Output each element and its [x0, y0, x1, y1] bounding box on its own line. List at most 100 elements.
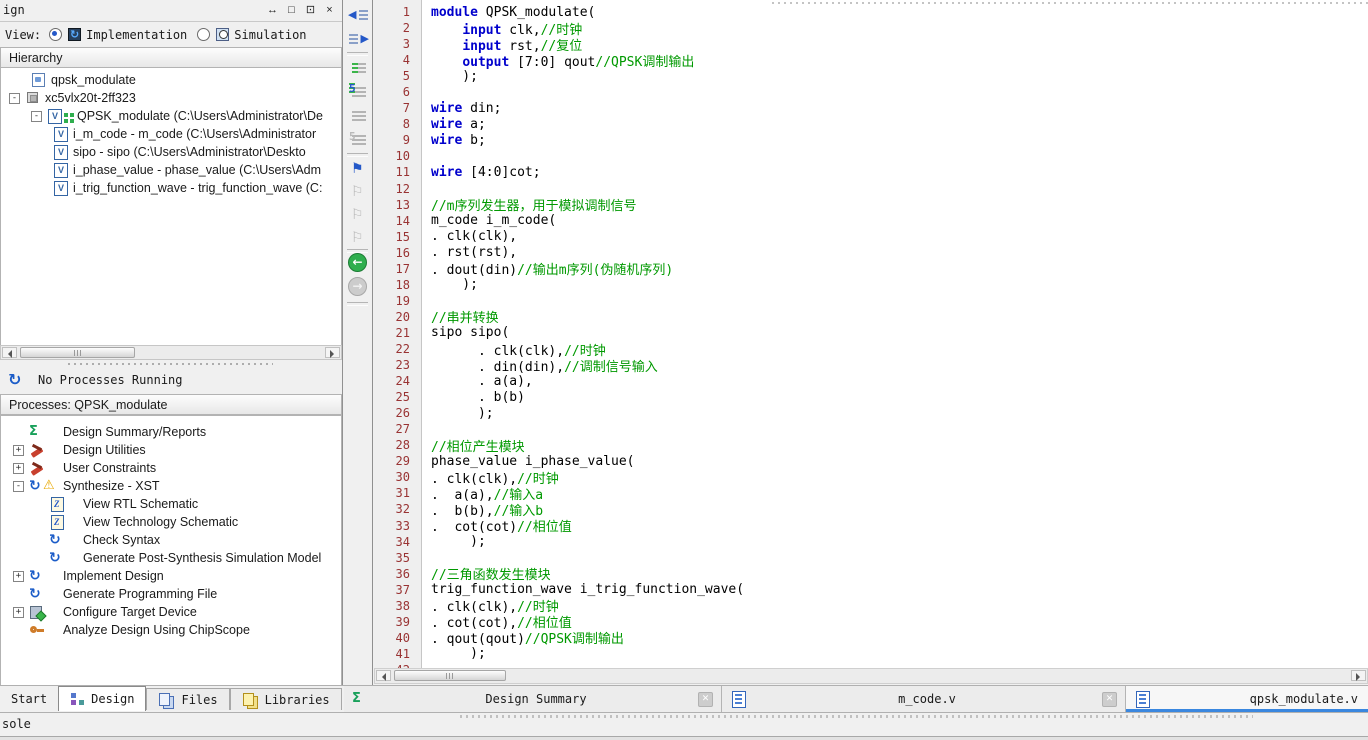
tab-libraries[interactable]: Libraries — [230, 688, 342, 710]
comment-lines-button[interactable] — [348, 59, 369, 79]
toggle-bookmark-button[interactable] — [348, 159, 369, 179]
code-token: b; — [462, 133, 485, 148]
expand-icon[interactable]: + — [13, 571, 24, 582]
code-line[interactable]: 36//三角函数发生模块 — [374, 566, 1368, 582]
code-line[interactable]: 11wire [4:0]cot; — [374, 164, 1368, 180]
code-line[interactable]: 13//m序列发生器，用于模拟调制信号 — [374, 197, 1368, 213]
code-line[interactable]: 19 — [374, 293, 1368, 309]
code-line[interactable]: 28//相位产生模块 — [374, 437, 1368, 453]
scroll-left-arrow-icon[interactable] — [2, 347, 17, 358]
keyword-token: wire — [431, 117, 462, 132]
doc-tab-design-summary[interactable]: Design Summary✕ — [344, 686, 722, 712]
code-line[interactable]: 6 — [374, 84, 1368, 100]
code-line[interactable]: 4 output [7:0] qout//QPSK调制输出 — [374, 52, 1368, 68]
console-panel: sole — [0, 712, 1368, 736]
collapse-icon[interactable]: - — [13, 481, 24, 492]
code-line[interactable]: 9wire b; — [374, 132, 1368, 148]
collapse-icon[interactable]: - — [31, 111, 42, 122]
code-line[interactable]: 23 . din(din),//调制信号输入 — [374, 357, 1368, 373]
code-line[interactable]: 5 ); — [374, 68, 1368, 84]
tree-item[interactable]: Design Summary/Reports — [1, 423, 341, 441]
radio-simulation[interactable] — [197, 28, 210, 41]
hierarchy-hscrollbar[interactable] — [0, 345, 342, 360]
tree-item[interactable]: +Implement Design — [1, 567, 341, 585]
tree-item[interactable]: sipo - sipo (C:\Users\Administrator\Desk… — [1, 143, 341, 161]
maximize-button[interactable]: □ — [284, 3, 299, 18]
comment-lines-disabled-button[interactable] — [348, 107, 369, 127]
scroll-right-arrow-icon[interactable] — [325, 347, 340, 358]
tree-item[interactable]: Check Syntax — [1, 531, 341, 549]
code-line[interactable]: 7wire din; — [374, 100, 1368, 116]
collapse-icon[interactable]: - — [9, 93, 20, 104]
code-token: phase_value i_phase_value( — [431, 454, 635, 469]
close-icon[interactable]: ✕ — [698, 692, 713, 707]
editor-scroll-thumb[interactable] — [394, 670, 506, 681]
tree-item[interactable]: +User Constraints — [1, 459, 341, 477]
code-line[interactable]: 18 ); — [374, 277, 1368, 293]
tree-item[interactable]: i_m_code - m_code (C:\Users\Administrato… — [1, 125, 341, 143]
editor-hscrollbar[interactable] — [374, 668, 1368, 684]
prev-bookmark-button[interactable] — [348, 182, 369, 202]
shift-left-button[interactable] — [348, 5, 369, 25]
keyword-token: output — [462, 55, 509, 70]
code-line[interactable]: 8wire a; — [374, 116, 1368, 132]
tree-item[interactable]: View Technology Schematic — [1, 513, 341, 531]
code-line[interactable]: 40. qout(qout)//QPSK调制输出 — [374, 630, 1368, 646]
tree-item[interactable]: +Design Utilities — [1, 441, 341, 459]
code-line[interactable]: 14m_code i_m_code( — [374, 213, 1368, 229]
shift-right-button[interactable] — [348, 29, 369, 49]
tree-item[interactable]: i_phase_value - phase_value (C:\Users\Ad… — [1, 161, 341, 179]
next-bookmark-button[interactable] — [348, 205, 369, 225]
line-number: 2 — [374, 21, 421, 35]
tree-item[interactable]: Analyze Design Using ChipScope — [1, 621, 341, 639]
editor-scroll-right-arrow-icon[interactable] — [1351, 670, 1366, 681]
navigate-back-button[interactable] — [348, 253, 367, 272]
code-line[interactable]: 20//串并转换 — [374, 309, 1368, 325]
close-icon[interactable]: ✕ — [1102, 692, 1117, 707]
code-line[interactable]: 24 . a(a), — [374, 373, 1368, 389]
schematic-icon — [49, 514, 65, 530]
expand-icon[interactable]: + — [13, 445, 24, 456]
tree-item[interactable]: Generate Programming File — [1, 585, 341, 603]
device-icon — [29, 604, 45, 620]
uncomment-lines-disabled-button[interactable] — [348, 131, 369, 151]
tree-item[interactable]: i_trig_function_wave - trig_function_wav… — [1, 179, 341, 197]
code-line[interactable]: 33. cot(cot)//相位值 — [374, 518, 1368, 534]
code-line[interactable]: 17. dout(din)//输出m序列(伪随机序列) — [374, 261, 1368, 277]
restore-button[interactable]: ⊡ — [303, 3, 318, 18]
tree-item[interactable]: View RTL Schematic — [1, 495, 341, 513]
tree-item[interactable]: qpsk_modulate — [1, 71, 341, 89]
code-line[interactable]: 26 ); — [374, 405, 1368, 421]
tree-item-label: View RTL Schematic — [83, 497, 198, 511]
float-button[interactable]: ↔ — [265, 3, 280, 18]
tree-item[interactable]: -QPSK_modulate (C:\Users\Administrator\D… — [1, 107, 341, 125]
radio-implementation[interactable] — [49, 28, 62, 41]
verilog-icon — [53, 180, 69, 196]
expand-icon[interactable]: + — [13, 463, 24, 474]
tab-files[interactable]: Files — [146, 688, 229, 710]
code-editor[interactable]: 1module QPSK_modulate(2 input clk,//时钟3 … — [374, 0, 1368, 668]
tree-item[interactable]: Generate Post-Synthesis Simulation Model — [1, 549, 341, 567]
schematic-icon — [49, 496, 65, 512]
tree-item[interactable]: +Configure Target Device — [1, 603, 341, 621]
tree-item[interactable]: -xc5vlx20t-2ff323 — [1, 89, 341, 107]
tab-start[interactable]: Start — [0, 688, 58, 710]
editor-scroll-left-arrow-icon[interactable] — [376, 670, 391, 681]
code-line[interactable]: 10 — [374, 148, 1368, 164]
code-line[interactable]: 41 ); — [374, 646, 1368, 662]
tab-design[interactable]: Design — [58, 686, 146, 711]
code-line[interactable]: 34 ); — [374, 534, 1368, 550]
hierarchy-scroll-thumb[interactable] — [20, 347, 135, 358]
tab-label: Start — [11, 692, 47, 706]
tree-item[interactable]: -Synthesize - XST — [1, 477, 341, 495]
code-line[interactable]: 15. clk(clk), — [374, 229, 1368, 245]
close-button[interactable]: × — [322, 3, 337, 18]
navigate-forward-button[interactable] — [348, 277, 367, 296]
uncomment-lines-button[interactable] — [348, 83, 369, 103]
expand-icon[interactable]: + — [13, 607, 24, 618]
doc-tab-m-code-v[interactable]: m_code.v✕ — [722, 686, 1126, 712]
code-line[interactable]: 25 . b(b) — [374, 389, 1368, 405]
line-number: 13 — [374, 198, 421, 212]
doc-tab-qpsk-modulate-v[interactable]: qpsk_modulate.v — [1126, 686, 1368, 712]
clear-bookmarks-button[interactable] — [348, 228, 369, 248]
